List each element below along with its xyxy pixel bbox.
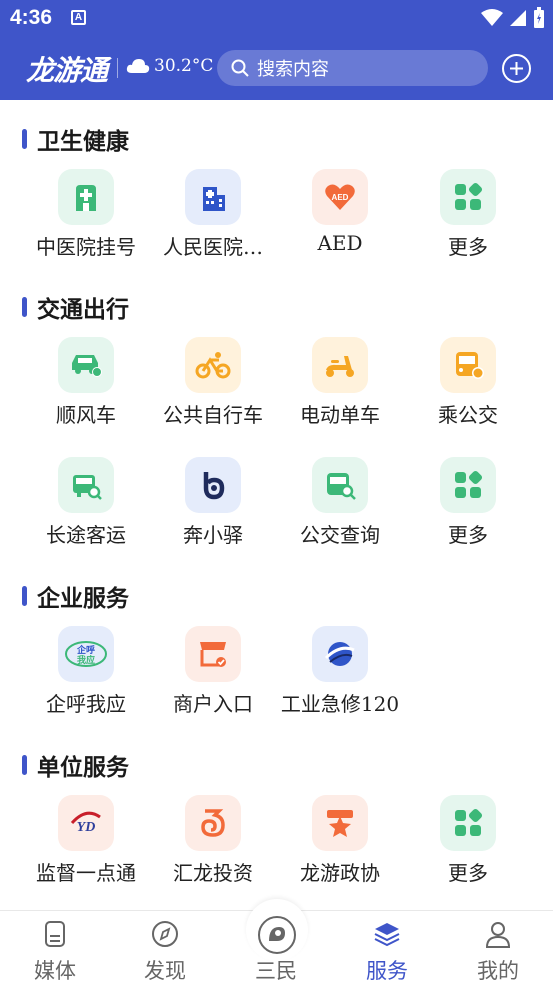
svg-text:企呼: 企呼 (76, 644, 95, 656)
section-title: 单位服务 (22, 750, 129, 781)
bus-icon (440, 337, 496, 393)
section-title: 交通出行 (22, 292, 129, 323)
service-item-huilong-investment[interactable]: 汇龙投资 (149, 795, 277, 905)
user-icon (485, 922, 511, 948)
header-divider (117, 58, 118, 78)
nav-tab-sanmin[interactable]: 三民 (221, 911, 331, 984)
document-icon (45, 921, 65, 947)
nav-tab-service[interactable]: 服务 (332, 911, 442, 984)
nav-tab-discover[interactable]: 发现 (110, 911, 220, 984)
coach-search-icon (58, 457, 114, 513)
svg-text:我应: 我应 (77, 654, 95, 666)
aed-heart-icon: AED (312, 169, 368, 225)
benxiaoyi-icon (185, 457, 241, 513)
more-grid-icon (440, 169, 496, 225)
shop-icon (185, 626, 241, 682)
service-item-industrial-repair[interactable]: 工业急修120 (276, 626, 404, 736)
battery-icon (534, 7, 544, 28)
service-item-cppcc[interactable]: 龙游政协 (276, 795, 404, 905)
qihu-woying-icon: 企呼 我应 (58, 626, 114, 682)
layers-icon (374, 923, 400, 947)
svg-text:AED: AED (332, 193, 349, 202)
cloud-icon (126, 59, 150, 73)
service-item-take-bus[interactable]: 乘公交 (404, 337, 532, 447)
app-logo: 龙游通 (26, 54, 108, 87)
nav-tab-mine[interactable]: 我的 (443, 911, 553, 984)
compass-icon (152, 921, 178, 947)
service-item-ebike[interactable]: 电动单车 (276, 337, 404, 447)
status-bar: 4:36 A (0, 0, 553, 36)
hospital-cross-icon (58, 169, 114, 225)
sanmin-icon (258, 916, 296, 954)
service-item-peoples-hospital[interactable]: 人民医院… (149, 169, 277, 279)
bottom-nav: 媒体 发现 三民 服务 我的 (0, 899, 553, 984)
wifi-icon (481, 9, 503, 26)
car-icon (58, 337, 114, 393)
signal-icon (510, 10, 526, 26)
notification-icon: A (71, 10, 86, 25)
search-placeholder: 搜索内容 (257, 59, 329, 80)
dragon-icon (185, 795, 241, 851)
service-content: 卫生健康 中医院挂号 人民医院… AED AED 更多 交通出行 顺风车 公共自… (0, 100, 553, 910)
section-title: 企业服务 (22, 581, 129, 612)
bus-search-icon (312, 457, 368, 513)
bicycle-icon (185, 337, 241, 393)
supervision-icon: YD (58, 795, 114, 851)
system-icons (481, 7, 545, 29)
more-grid-icon (440, 795, 496, 851)
repair-globe-icon (312, 626, 368, 682)
service-item-more-health[interactable]: 更多 (404, 169, 532, 279)
app-header: 龙游通 30.2°C 搜索内容 (0, 36, 553, 100)
service-item-public-bike[interactable]: 公共自行车 (149, 337, 277, 447)
weather-widget[interactable]: 30.2°C (126, 56, 213, 76)
more-grid-icon (440, 457, 496, 513)
service-item-long-distance[interactable]: 长途客运 (22, 457, 150, 567)
plus-icon (510, 62, 523, 75)
search-input[interactable]: 搜索内容 (217, 50, 488, 86)
hospital-building-icon (185, 169, 241, 225)
scooter-icon (312, 337, 368, 393)
search-icon (231, 59, 249, 77)
service-item-more-transport[interactable]: 更多 (404, 457, 532, 567)
service-item-aed[interactable]: AED AED (276, 169, 404, 279)
cppcc-star-icon (312, 795, 368, 851)
status-time: 4:36 (10, 6, 53, 29)
section-title: 卫生健康 (22, 124, 129, 155)
weather-temperature: 30.2°C (154, 56, 214, 76)
service-item-supervision[interactable]: YD 监督一点通 (22, 795, 150, 905)
add-button[interactable] (502, 54, 531, 83)
service-item-more-unit[interactable]: 更多 (404, 795, 532, 905)
service-item-tcm-registration[interactable]: 中医院挂号 (22, 169, 150, 279)
service-item-benxiaoyi[interactable]: 奔小驿 (149, 457, 277, 567)
service-item-qihu-woying[interactable]: 企呼 我应 企呼我应 (22, 626, 150, 736)
service-item-bus-query[interactable]: 公交查询 (276, 457, 404, 567)
nav-tab-media[interactable]: 媒体 (0, 911, 110, 984)
service-item-carpool[interactable]: 顺风车 (22, 337, 150, 447)
svg-text:YD: YD (77, 820, 96, 835)
service-item-merchant-entry[interactable]: 商户入口 (149, 626, 277, 736)
